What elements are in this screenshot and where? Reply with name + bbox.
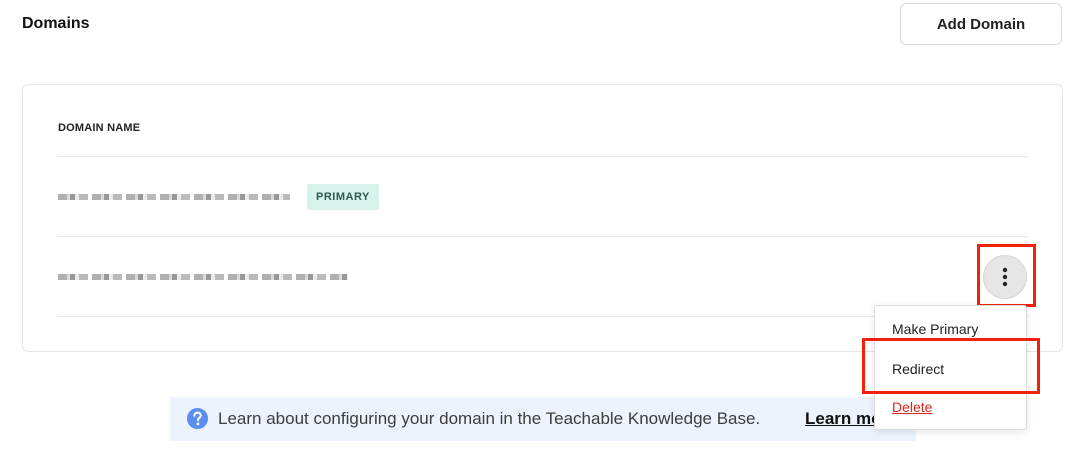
menu-item-delete[interactable]: Delete bbox=[892, 399, 932, 415]
primary-badge: PRIMARY bbox=[307, 184, 379, 210]
kebab-vertical-icon bbox=[1002, 267, 1008, 287]
domain-name-redacted bbox=[58, 194, 290, 200]
add-domain-button[interactable]: Add Domain bbox=[900, 3, 1062, 45]
table-row: PRIMARY bbox=[58, 157, 1028, 236]
domain-name-redacted bbox=[58, 274, 348, 280]
page-title: Domains bbox=[22, 15, 90, 32]
redirect-highlight-box bbox=[862, 338, 1040, 394]
kb-banner-text: Learn about configuring your domain in t… bbox=[218, 409, 761, 428]
kb-banner: Learn about configuring your domain in t… bbox=[170, 397, 916, 441]
column-header-domain-name: DOMAIN NAME bbox=[58, 122, 141, 134]
menu-item-make-primary[interactable]: Make Primary bbox=[892, 321, 978, 337]
question-circle-icon bbox=[186, 407, 209, 430]
row-actions-button[interactable] bbox=[983, 255, 1027, 299]
